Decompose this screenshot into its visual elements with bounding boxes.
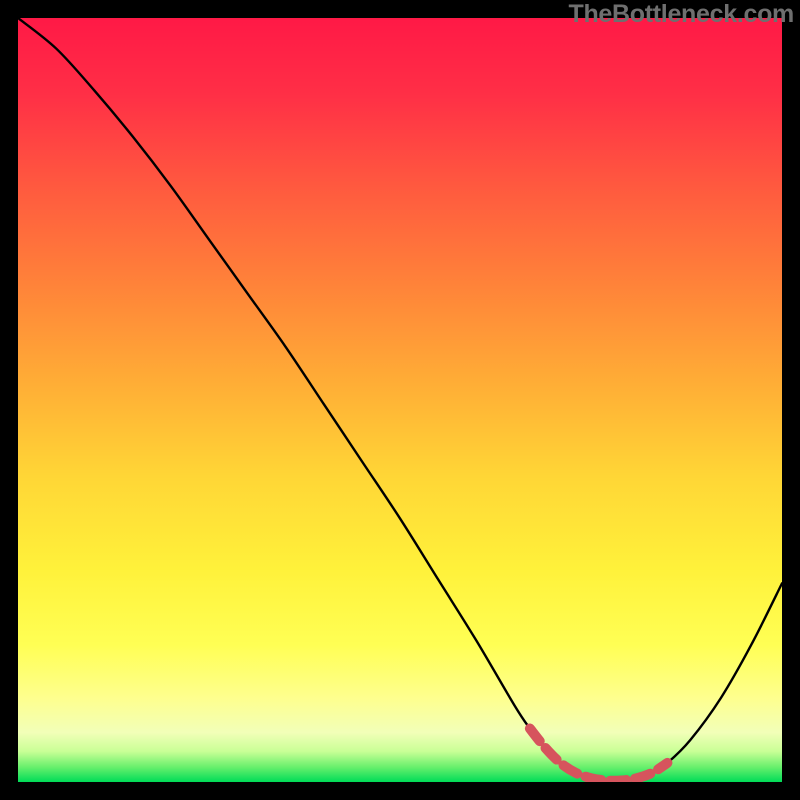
chart-frame [18,18,782,782]
watermark-text: TheBottleneck.com [568,0,794,29]
bottleneck-plot [18,18,782,782]
gradient-background [18,18,782,782]
